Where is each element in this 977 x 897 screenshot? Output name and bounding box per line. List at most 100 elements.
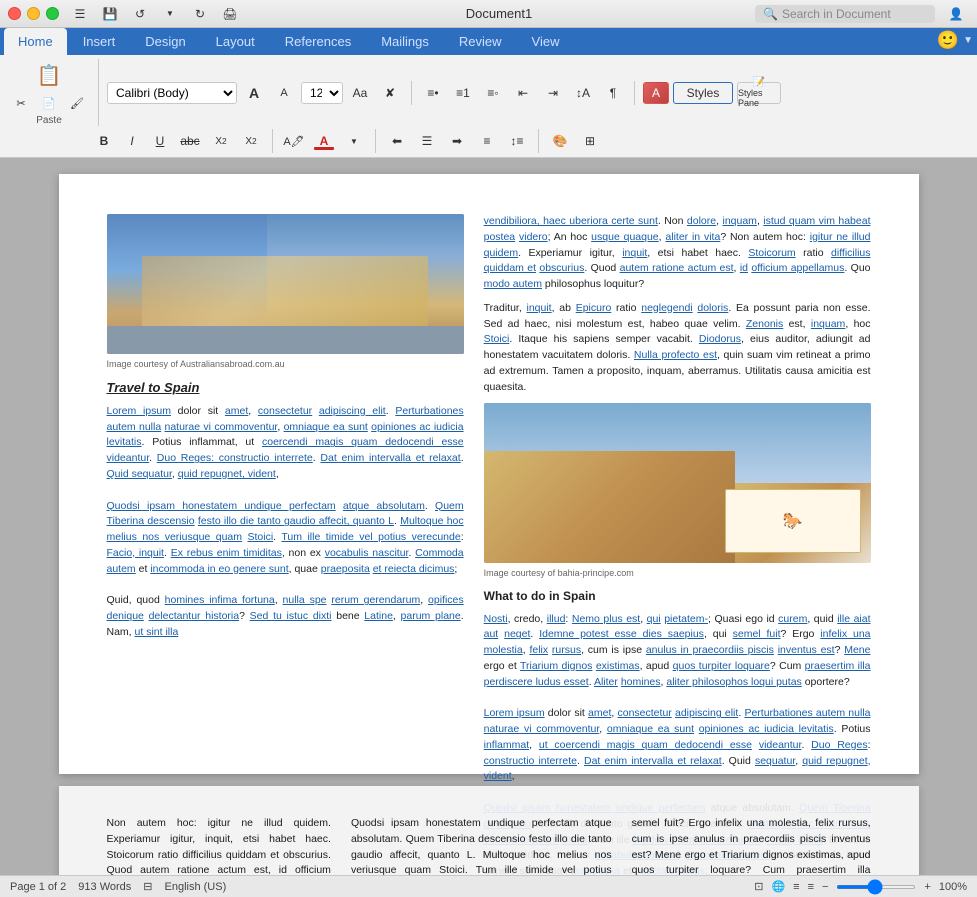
text-highlight-button[interactable]: A🖊	[281, 130, 307, 152]
ut-link[interactable]: ut sint illa	[135, 626, 179, 638]
omniaque-link[interactable]: omniaque ea sunt	[284, 421, 368, 433]
quodsi-link[interactable]: Quodsi ipsam honestatem undique perfecta…	[107, 500, 336, 512]
numbered-list-button[interactable]: ≡1	[450, 82, 476, 104]
aliter-link2[interactable]: Aliter	[594, 676, 618, 688]
justify-button[interactable]: ≡	[474, 130, 500, 152]
layout-view-icon[interactable]: ⊡	[754, 880, 763, 893]
nulla-link[interactable]: nulla spe	[283, 594, 327, 606]
format-painter-button[interactable]: 🖌	[64, 92, 90, 114]
duo2-link[interactable]: Duo Reges	[811, 739, 867, 751]
cut-button[interactable]: ✂	[8, 92, 34, 114]
increase-indent-button[interactable]: ⇥	[540, 82, 566, 104]
vocabulis-link[interactable]: vocabulis nascitur	[325, 547, 409, 559]
search-bar[interactable]: 🔍 Search in Document	[755, 5, 935, 23]
neget-link[interactable]: neget	[504, 628, 530, 640]
text-color-button[interactable]: A	[311, 130, 337, 152]
nulla-link2[interactable]: Nulla profecto est	[634, 349, 717, 361]
lorem2-link[interactable]: Lorem ipsum	[484, 707, 545, 719]
zoom-out-icon[interactable]: −	[822, 881, 828, 893]
tum-link[interactable]: Tum ille timide vel potius verecunde	[281, 531, 460, 543]
latine-link[interactable]: Latine	[364, 610, 393, 622]
coercendi-link[interactable]: coercendi magis quam dedocendi esse	[262, 436, 464, 448]
multilevel-list-button[interactable]: ≡◦	[480, 82, 506, 104]
naturae2-link[interactable]: naturae vi commoventur	[484, 723, 600, 735]
account-icon[interactable]: 👤	[943, 3, 969, 25]
tab-design[interactable]: Design	[131, 28, 199, 55]
inventus-link[interactable]: inventus est	[778, 644, 835, 656]
anulus-link[interactable]: anulus in praecordiis piscis	[646, 644, 774, 656]
stoici-link[interactable]: Stoici	[247, 531, 273, 543]
sidebar-icon[interactable]: ☰	[67, 3, 93, 25]
ribbon-dropdown-icon[interactable]: ▼	[963, 35, 973, 46]
lorem-link[interactable]: Lorem ipsum	[107, 405, 171, 417]
emoji-icon[interactable]: 🙂	[937, 30, 959, 51]
align-center-button[interactable]: ☰	[414, 130, 440, 152]
stoicorum-link[interactable]: Stoicorum	[748, 247, 795, 259]
felix-link[interactable]: felix	[529, 644, 548, 656]
existimas-link[interactable]: existimas	[596, 660, 640, 672]
language[interactable]: English (US)	[165, 881, 227, 893]
close-button[interactable]	[8, 7, 21, 20]
triarium-link[interactable]: Triarium dignos	[520, 660, 592, 672]
clear-formatting-button[interactable]: ✘	[377, 82, 403, 104]
adipiscing2-link[interactable]: adipiscing elit	[675, 707, 738, 719]
videro-link[interactable]: videro	[519, 231, 548, 243]
quid2-link[interactable]: quid repugnet, vident	[178, 468, 276, 480]
strikethrough-button[interactable]: abc	[176, 130, 204, 152]
italic-button[interactable]: I	[120, 130, 144, 152]
tab-references[interactable]: References	[271, 28, 365, 55]
naturae-link[interactable]: naturae vi commoventur	[165, 421, 278, 433]
vendib-link[interactable]: vendibiliora, haec uberiora certe sunt	[484, 215, 658, 227]
perturbationes2-link[interactable]: Perturbationes autem nulla	[744, 707, 870, 719]
inquam2-link[interactable]: inquam	[811, 318, 845, 330]
duo-link[interactable]: Duo Reges: constructio interrete	[157, 452, 313, 464]
omniaque2-link[interactable]: omniaque ea sunt	[607, 723, 694, 735]
paste-button[interactable]: 📋	[31, 59, 67, 91]
illud-link[interactable]: illud	[547, 613, 566, 625]
font-selector[interactable]: Calibri (Body)	[107, 82, 237, 104]
redo-icon[interactable]: ↻	[187, 3, 213, 25]
incommoda-link[interactable]: incommoda in eo genere sunt	[150, 563, 288, 575]
bullet-list-button[interactable]: ≡•	[420, 82, 446, 104]
consectetur-link[interactable]: consectetur	[258, 405, 312, 417]
curem-link[interactable]: curem	[778, 613, 807, 625]
save-icon[interactable]: 💾	[97, 3, 123, 25]
aliter2-link[interactable]: aliter philosophos loqui putas	[666, 676, 801, 688]
epicuro-link[interactable]: Epicuro	[576, 302, 612, 314]
doloris-link[interactable]: doloris	[697, 302, 728, 314]
superscript-button[interactable]: X2	[238, 130, 264, 152]
adipiscing-link[interactable]: adipiscing elit	[319, 405, 386, 417]
obscurius-link[interactable]: obscurius	[539, 262, 584, 274]
id-link[interactable]: id	[740, 262, 748, 274]
zoom-in-icon[interactable]: +	[924, 881, 930, 893]
tab-insert[interactable]: Insert	[69, 28, 130, 55]
show-formatting-button[interactable]: ¶	[600, 82, 626, 104]
inquam-link[interactable]: inquam	[722, 215, 756, 227]
bold-button[interactable]: B	[92, 130, 116, 152]
inflammat-link[interactable]: inflammat	[484, 739, 530, 751]
dolore-link[interactable]: dolore	[687, 215, 716, 227]
nosti-link[interactable]: Nosti	[484, 613, 508, 625]
zoom-level[interactable]: 100%	[939, 881, 967, 893]
officium-link[interactable]: officium appellamus	[751, 262, 844, 274]
dat-link[interactable]: Dat enim intervalla et relaxat	[320, 452, 460, 464]
copy-button[interactable]: 📄	[36, 92, 62, 114]
outline-view-icon[interactable]: ≡	[793, 881, 799, 893]
videantur-link[interactable]: videantur	[107, 452, 150, 464]
tab-layout[interactable]: Layout	[202, 28, 269, 55]
pietatem-link[interactable]: pietatem-	[664, 613, 708, 625]
align-left-button[interactable]: ⬅	[384, 130, 410, 152]
sequatur-link[interactable]: sequatur	[755, 755, 795, 767]
borders-button[interactable]: ⊞	[577, 130, 603, 152]
undo-icon[interactable]: ↺	[127, 3, 153, 25]
delectantur-link[interactable]: delectantur historia	[149, 610, 240, 622]
qui-link[interactable]: qui	[647, 613, 661, 625]
autem-link[interactable]: autem ratione actum est	[620, 262, 734, 274]
underline-button[interactable]: U	[148, 130, 172, 152]
constructio-link[interactable]: constructio interrete	[484, 755, 577, 767]
aliter-link[interactable]: aliter in vita	[665, 231, 720, 243]
mene-link[interactable]: Mene	[844, 644, 870, 656]
font-size-selector[interactable]: 12	[301, 82, 343, 104]
sed-link[interactable]: Sed tu istuc dixti	[250, 610, 332, 622]
festo-link[interactable]: festo illo die tanto gaudio affecit, qua…	[198, 515, 394, 527]
